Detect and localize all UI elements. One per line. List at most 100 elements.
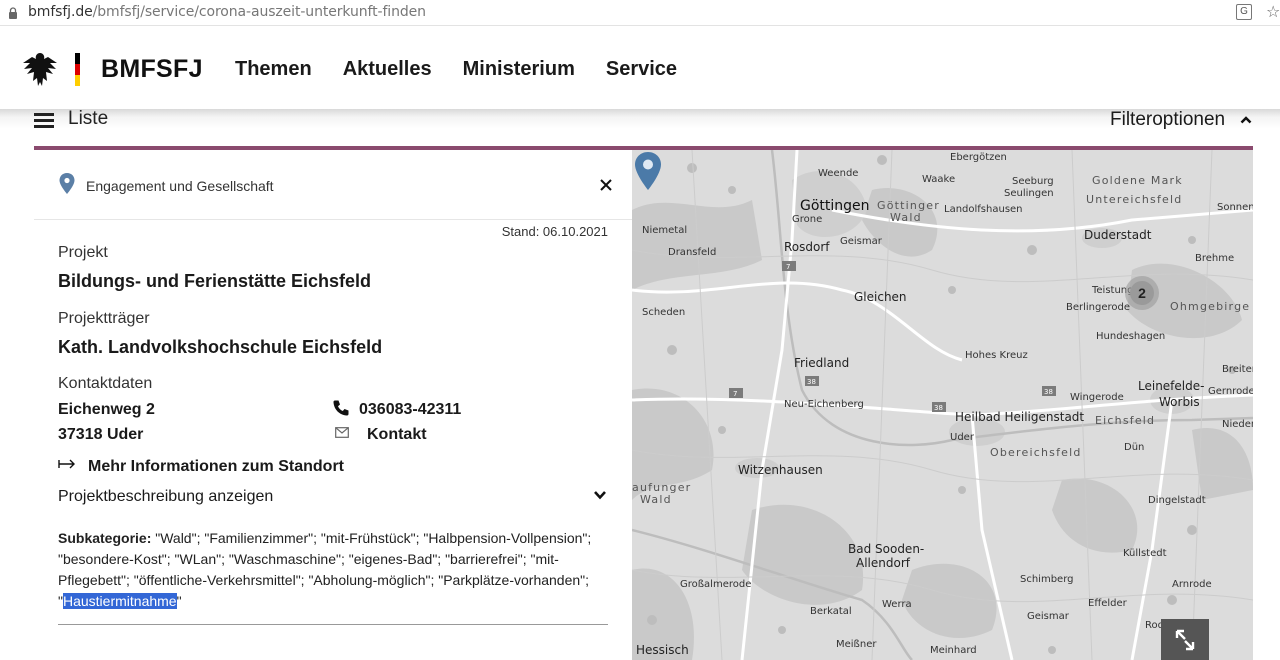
map-place-label: Gernrode (1208, 386, 1253, 397)
mail-icon (335, 427, 349, 438)
project-name: Bildungs- und Ferienstätte Eichsfeld (58, 271, 372, 291)
federal-eagle-logo[interactable] (20, 51, 60, 89)
svg-text:38: 38 (934, 404, 943, 412)
project-label: Projekt (58, 244, 108, 261)
list-menu-icon[interactable] (34, 113, 54, 129)
map-place-label: Uder (950, 432, 974, 443)
map-place-label: Berlingerode (1066, 302, 1131, 313)
map-place-label: Schimberg (1020, 574, 1074, 585)
close-icon[interactable] (599, 178, 613, 192)
provider-label: Projektträger (58, 310, 150, 327)
map-place-label: Grone (792, 214, 823, 225)
map-place-label: Brehme (1195, 253, 1235, 264)
map-place-label: Geismar (1027, 611, 1069, 622)
map-place-label: Friedland (794, 356, 850, 370)
german-flag-bar (75, 53, 80, 86)
map-place-label: Niemetal (642, 225, 688, 236)
map-place-label: Hessisch (636, 643, 689, 657)
street-address: Eichenweg 2 (58, 401, 155, 418)
map-place-label: Ohmgebirge (1170, 300, 1251, 313)
map-place-label: Rosdorf (784, 240, 830, 254)
map-place-label: Geismar (840, 236, 882, 247)
map-place-label: Obereichsfeld (990, 446, 1082, 459)
main-navigation: Themen Aktuelles Ministerium Service (235, 58, 708, 81)
map-place-label: Weende (818, 168, 859, 179)
map-place-label: Meißner (836, 639, 877, 650)
map-place-label: Ebergötzen (950, 152, 1007, 163)
chevron-up-icon[interactable] (1240, 114, 1252, 126)
translate-icon[interactable]: G (1236, 4, 1252, 20)
map-place-label: Hohes Kreuz (965, 350, 1028, 361)
map-place-label: Witzenhausen (738, 463, 823, 477)
page-margin (1253, 150, 1280, 660)
card-header: Engagement und Gesellschaft (34, 150, 632, 220)
map-place-label: Duderstadt (1084, 228, 1152, 242)
map-place-label: Wald (640, 493, 672, 506)
highlighted-term: Haustiermitnahme (62, 593, 177, 609)
city-address: 37318 Uder (58, 426, 144, 443)
filter-options-toggle[interactable]: Filteroptionen (1110, 109, 1225, 131)
map-place-label: Gleichen (854, 290, 907, 304)
bookmark-star-icon[interactable]: ☆ (1266, 2, 1280, 22)
map-location-pin-icon[interactable] (632, 150, 664, 192)
map-place-label: Leinefelde- (1138, 379, 1205, 393)
nav-item-ministerium[interactable]: Ministerium (463, 58, 575, 81)
more-info-link[interactable]: Mehr Informationen zum Standort (88, 458, 344, 476)
map-place-label: Meinhard (930, 645, 977, 656)
map-place-label: Wingerode (1070, 392, 1124, 403)
svg-text:7: 7 (733, 390, 737, 398)
status-date: Stand: 06.10.2021 (501, 224, 608, 239)
lock-icon (9, 7, 17, 19)
phone-icon (333, 400, 349, 416)
card-divider (58, 624, 608, 625)
map-place-label: Effelder (1088, 598, 1127, 609)
map-place-label: Allendorf (856, 556, 910, 570)
nav-item-aktuelles[interactable]: Aktuelles (343, 58, 432, 81)
location-pin-icon (59, 173, 75, 194)
map-place-label: Untereichsfeld (1086, 193, 1183, 206)
map-place-label: Worbis (1159, 395, 1200, 409)
chevron-down-icon[interactable] (593, 489, 607, 501)
svg-text:38: 38 (807, 378, 816, 386)
map-place-label: Großalmerode (680, 579, 752, 590)
map-place-label: Werra (882, 599, 912, 610)
map-place-label: Goldene Mark (1092, 174, 1183, 187)
map-place-label: Heilbad Heiligenstadt (955, 410, 1085, 424)
nav-item-service[interactable]: Service (606, 58, 677, 81)
map-cluster-marker[interactable]: 2 (1125, 276, 1159, 310)
map-place-label: Sonnenst (1217, 202, 1253, 213)
map-place-label: Dün (1124, 442, 1145, 453)
brand-name[interactable]: BMFSFJ (101, 55, 203, 84)
map-place-label: Breiten (1222, 364, 1253, 375)
map-place-label: Eichsfeld (1095, 414, 1156, 427)
svg-text:38: 38 (1044, 388, 1053, 396)
map-place-label: Hundeshagen (1096, 331, 1166, 342)
map-place-label: Berkatal (810, 606, 852, 617)
nav-item-themen[interactable]: Themen (235, 58, 312, 81)
map-place-label: Scheden (642, 307, 686, 318)
subcategory-label: Subkategorie: (58, 530, 152, 546)
subcategory-text: Subkategorie: "Wald"; "Familienzimmer"; … (58, 528, 610, 612)
cluster-count: 2 (1130, 281, 1154, 305)
map-view[interactable]: 7 38 38 7 38 Ebergötzen Weende Waake Seebur… (632, 150, 1253, 660)
list-filter-bar: Liste Filteroptionen (0, 108, 1280, 151)
map-place-label: Waake (922, 174, 956, 185)
svg-text:7: 7 (786, 263, 790, 271)
url-text[interactable]: bmfsfj.de/bmfsfj/service/corona-auszeit-… (28, 4, 426, 20)
list-toggle[interactable]: Liste (68, 108, 108, 130)
map-place-label: Wald (890, 211, 922, 224)
phone-number[interactable]: 036083-42311 (359, 401, 461, 419)
provider-name: Kath. Landvolkshochschule Eichsfeld (58, 337, 383, 357)
map-fullscreen-button[interactable] (1161, 619, 1209, 660)
description-toggle[interactable]: Projektbeschreibung anzeigen (58, 488, 273, 506)
subcategory-end: " (176, 593, 182, 609)
map-place-label: Seulingen (1004, 188, 1054, 199)
browser-url-bar[interactable]: bmfsfj.de/bmfsfj/service/corona-auszeit-… (0, 0, 1280, 26)
site-header: BMFSFJ Themen Aktuelles Ministerium Serv… (0, 27, 1280, 109)
category-label: Engagement und Gesellschaft (86, 178, 274, 194)
map-place-label: Niedero (1222, 419, 1253, 430)
map-place-label: Dingelstadt (1148, 495, 1206, 506)
map-place-label: Bad Sooden- (848, 542, 925, 556)
arrow-right-icon (58, 459, 75, 469)
contact-link[interactable]: Kontakt (367, 426, 427, 444)
